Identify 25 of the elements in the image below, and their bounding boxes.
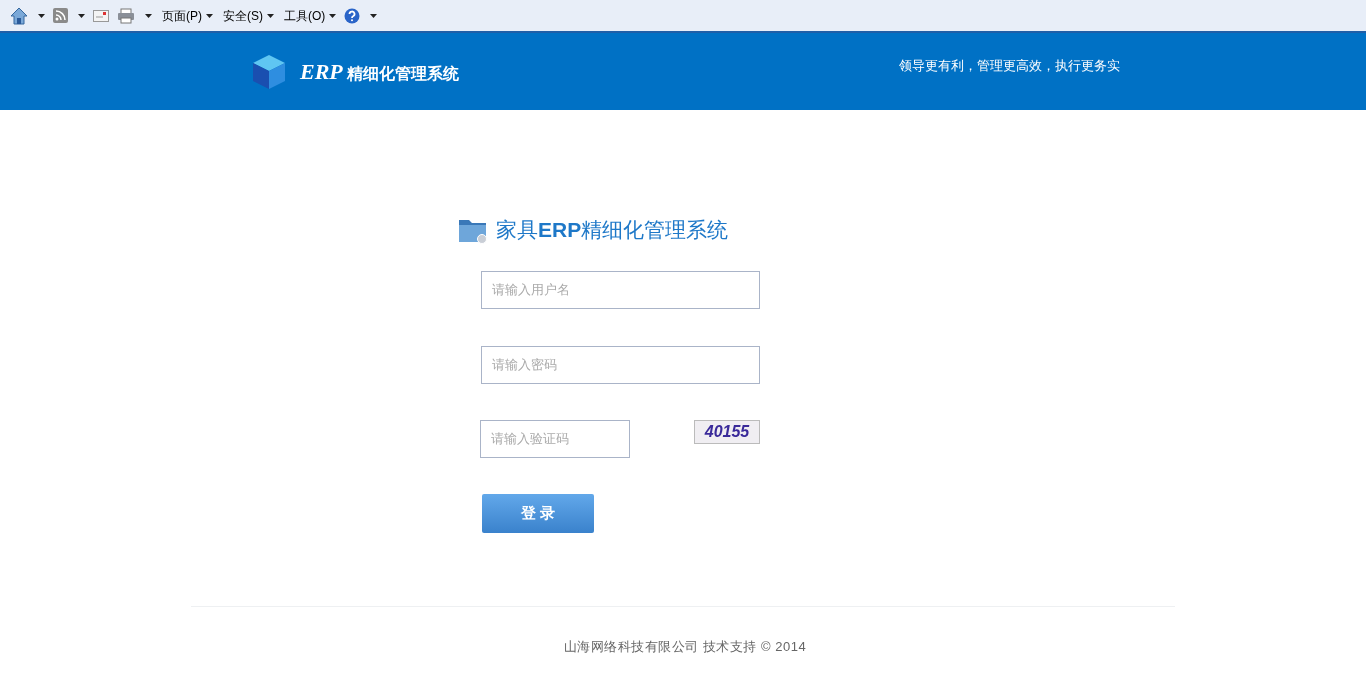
caret-icon[interactable] xyxy=(329,13,337,18)
printer-icon[interactable] xyxy=(117,7,135,24)
caret-icon[interactable] xyxy=(267,13,274,18)
footer-text: 山海网络科技有限公司 技术支持 © 2014 xyxy=(562,637,808,656)
mail-icon[interactable] xyxy=(93,9,109,22)
caret-icon[interactable] xyxy=(370,13,378,18)
logo-text: ERP xyxy=(300,58,343,86)
feed-icon[interactable] xyxy=(53,8,68,23)
login-title: 家具ERP精细化管理系统 xyxy=(496,217,729,243)
cube-logo-icon xyxy=(250,52,288,91)
captcha-image[interactable]: 40155 xyxy=(694,419,760,444)
password-field[interactable]: 请输入密码 xyxy=(481,345,760,384)
menu-item[interactable]: 页面(P) xyxy=(162,6,202,25)
caret-icon[interactable] xyxy=(145,13,152,18)
caret-icon[interactable] xyxy=(78,13,85,18)
home-icon[interactable] xyxy=(10,6,28,25)
logo-subtitle: 精细化管理系统 xyxy=(346,63,459,84)
username-field[interactable]: 请输入用户名 xyxy=(481,270,760,309)
slogan: 领导更有利，管理更高效，执行更务实 xyxy=(899,56,1120,75)
help-icon[interactable] xyxy=(344,7,361,24)
caret-icon[interactable] xyxy=(38,13,45,18)
captcha-field[interactable]: 请输入验证码 xyxy=(480,419,630,458)
menu-item[interactable]: 工具(O) xyxy=(284,6,326,25)
menu-item[interactable]: 安全(S) xyxy=(223,6,263,25)
caret-icon[interactable] xyxy=(206,13,213,18)
